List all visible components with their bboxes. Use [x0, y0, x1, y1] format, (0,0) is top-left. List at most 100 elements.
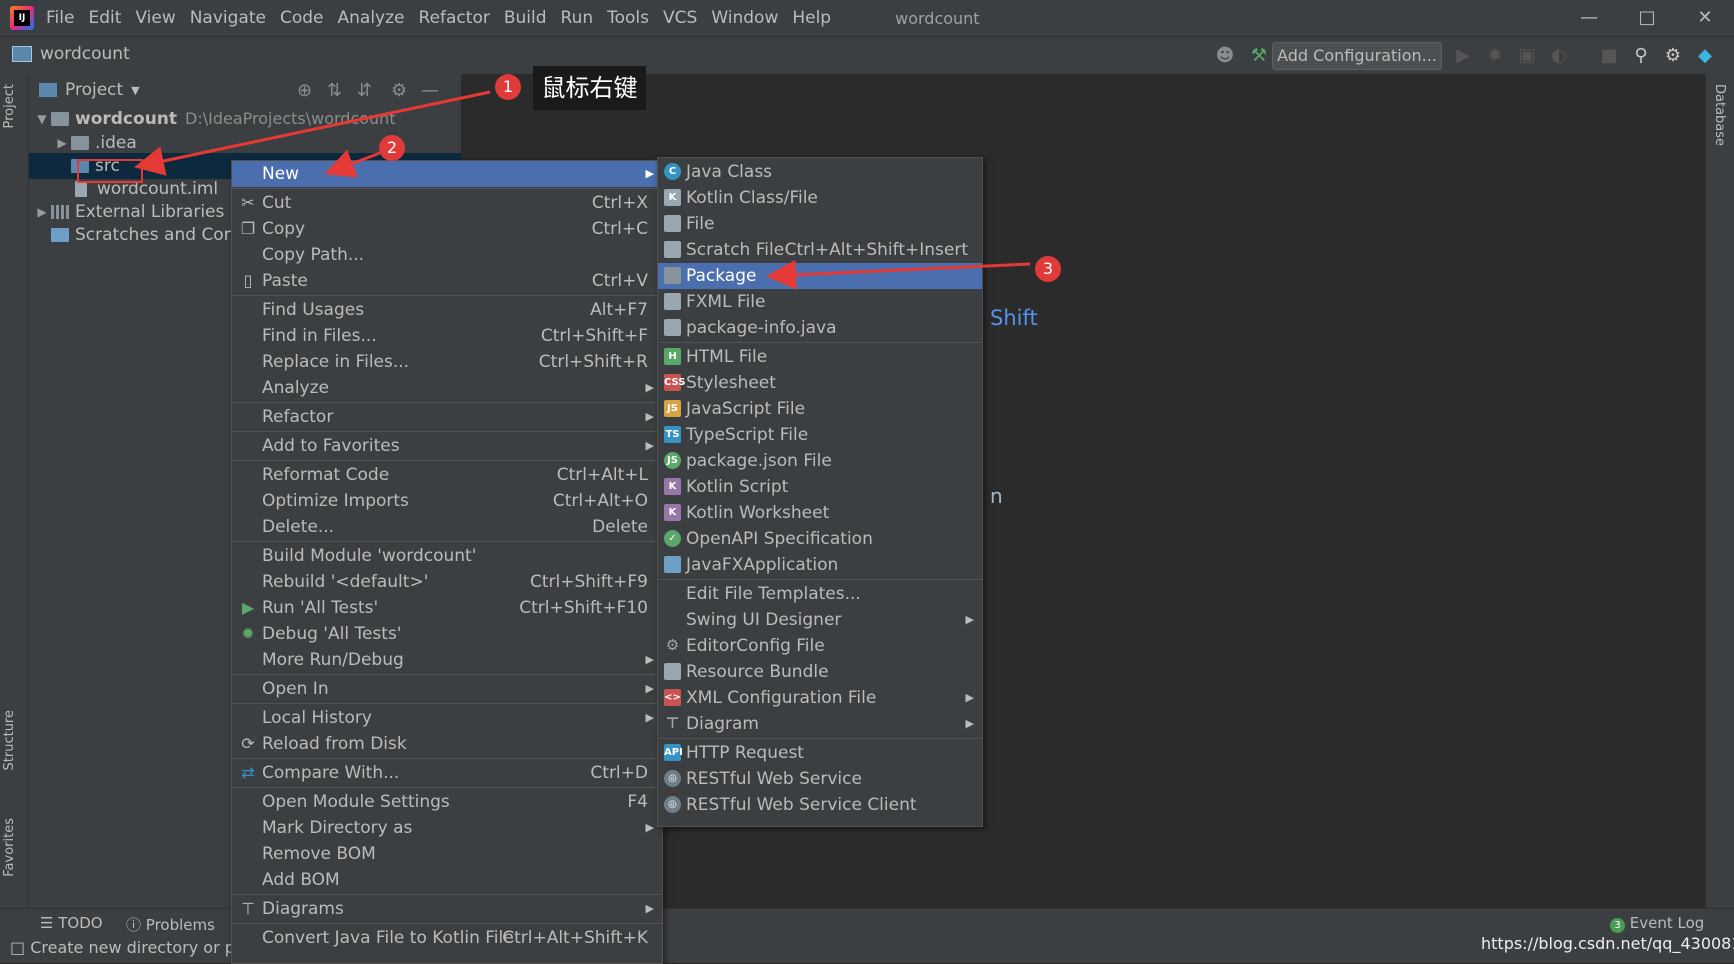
build-hammer-icon[interactable]: ⚒	[1248, 45, 1270, 67]
search-icon[interactable]: ⚲	[1630, 45, 1652, 67]
submenu-item-package-info[interactable]: package-info.java	[658, 315, 982, 341]
menu-item-analyze[interactable]: Analyze ▶	[232, 375, 662, 401]
submenu-item-scratch-file[interactable]: Scratch File Ctrl+Alt+Shift+Insert	[658, 237, 982, 263]
maximize-icon[interactable]: □	[1618, 0, 1676, 36]
menu-build[interactable]: Build	[504, 8, 547, 28]
chevron-down-icon[interactable]: ▼	[33, 106, 51, 132]
menu-item-convert-to-kotlin[interactable]: Convert Java File to Kotlin File Ctrl+Alt…	[232, 925, 662, 951]
submenu-item-edit-file-templates[interactable]: Edit File Templates...	[658, 581, 982, 607]
breadcrumb-project[interactable]: wordcount	[40, 44, 130, 64]
submenu-item-file[interactable]: File	[658, 211, 982, 237]
menu-item-rebuild[interactable]: Rebuild '<default>' Ctrl+Shift+F9	[232, 569, 662, 595]
menu-tools[interactable]: Tools	[607, 8, 649, 28]
tool-tab-database[interactable]: Database	[1712, 84, 1727, 146]
menu-item-mark-directory-as[interactable]: Mark Directory as ▶	[232, 815, 662, 841]
menu-edit[interactable]: Edit	[88, 8, 121, 28]
menu-navigate[interactable]: Navigate	[190, 8, 266, 28]
event-log-tab[interactable]: 3 Event Log	[1610, 914, 1704, 933]
debug-icon[interactable]: ✹	[1484, 45, 1506, 67]
menu-item-reformat-code[interactable]: Reformat Code Ctrl+Alt+L	[232, 462, 662, 488]
tree-item-wordcount[interactable]: ▼ wordcount D:\IdeaProjects\wordcount	[29, 106, 461, 132]
user-icon[interactable]: ☻	[1214, 45, 1236, 67]
breadcrumb[interactable]: wordcount	[12, 44, 130, 64]
collapse-all-icon[interactable]: ⇵	[357, 80, 372, 101]
menu-item-find-in-files[interactable]: Find in Files... Ctrl+Shift+F	[232, 323, 662, 349]
submenu-item-diagram[interactable]: ⊤ Diagram ▶	[658, 711, 982, 737]
submenu-item-kotlin-class[interactable]: K Kotlin Class/File	[658, 185, 982, 211]
menu-window[interactable]: Window	[711, 8, 778, 28]
menu-item-replace-in-files[interactable]: Replace in Files... Ctrl+Shift+R	[232, 349, 662, 375]
submenu-item-fxml-file[interactable]: FXML File	[658, 289, 982, 315]
menu-item-new[interactable]: New ▶	[232, 161, 662, 187]
submenu-item-html-file[interactable]: H HTML File	[658, 344, 982, 370]
submenu-item-xml-configuration[interactable]: <> XML Configuration File ▶	[658, 685, 982, 711]
stop-icon[interactable]: ■	[1598, 45, 1620, 67]
submenu-item-kotlin-script[interactable]: K Kotlin Script	[658, 474, 982, 500]
menu-refactor[interactable]: Refactor	[419, 8, 490, 28]
problems-tab[interactable]: ⓘ Problems	[126, 914, 215, 935]
submenu-item-http-request[interactable]: API HTTP Request	[658, 740, 982, 766]
menu-item-reload-from-disk[interactable]: ⟳ Reload from Disk	[232, 731, 662, 757]
menu-item-compare-with[interactable]: ⇄ Compare With... Ctrl+D	[232, 760, 662, 786]
submenu-item-package[interactable]: Package	[658, 263, 982, 289]
project-view-selector[interactable]: Project	[65, 80, 123, 100]
menu-item-delete[interactable]: Delete... Delete	[232, 514, 662, 540]
tool-tab-favorites[interactable]: Favorites	[2, 818, 17, 877]
tool-tab-project[interactable]: Project	[2, 84, 17, 128]
submenu-item-typescript-file[interactable]: TS TypeScript File	[658, 422, 982, 448]
expand-all-icon[interactable]: ⇅	[327, 80, 342, 101]
gear-icon[interactable]: ⚙	[391, 80, 407, 101]
chevron-down-icon[interactable]: ▼	[131, 84, 139, 97]
submenu-item-kotlin-worksheet[interactable]: K Kotlin Worksheet	[658, 500, 982, 526]
menu-item-add-bom[interactable]: Add BOM	[232, 867, 662, 893]
run-icon[interactable]: ▶	[1452, 45, 1474, 67]
add-configuration-button[interactable]: Add Configuration...	[1272, 42, 1442, 70]
submenu-item-java-class[interactable]: C Java Class	[658, 159, 982, 185]
menu-item-remove-bom[interactable]: Remove BOM	[232, 841, 662, 867]
settings-gear-icon[interactable]: ⚙	[1662, 45, 1684, 67]
menu-item-cut[interactable]: ✂ Cut Ctrl+X	[232, 190, 662, 216]
menu-item-more-run-debug[interactable]: More Run/Debug ▶	[232, 647, 662, 673]
tool-tab-structure[interactable]: Structure	[2, 710, 17, 770]
menu-code[interactable]: Code	[280, 8, 324, 28]
hide-panel-icon[interactable]: —	[421, 80, 439, 101]
todo-tab[interactable]: ☰ TODO	[40, 914, 103, 932]
submenu-item-swing-ui-designer[interactable]: Swing UI Designer ▶	[658, 607, 982, 633]
submenu-item-restful-client[interactable]: ◎ RESTful Web Service Client	[658, 792, 982, 818]
menu-item-local-history[interactable]: Local History ▶	[232, 705, 662, 731]
submenu-item-editorconfig[interactable]: ⚙ EditorConfig File	[658, 633, 982, 659]
menu-item-open-in[interactable]: Open In ▶	[232, 676, 662, 702]
menu-item-copy[interactable]: ❐ Copy Ctrl+C	[232, 216, 662, 242]
submenu-item-resource-bundle[interactable]: Resource Bundle	[658, 659, 982, 685]
menu-item-debug-all-tests[interactable]: ✹ Debug 'All Tests'	[232, 621, 662, 647]
menu-item-optimize-imports[interactable]: Optimize Imports Ctrl+Alt+O	[232, 488, 662, 514]
menu-analyze[interactable]: Analyze	[338, 8, 405, 28]
menu-vcs[interactable]: VCS	[663, 8, 697, 28]
profile-icon[interactable]: ◐	[1548, 45, 1570, 67]
locate-icon[interactable]: ⊕	[297, 80, 312, 101]
menu-item-open-module-settings[interactable]: Open Module Settings F4	[232, 789, 662, 815]
submenu-item-javafx[interactable]: JavaFXApplication	[658, 552, 982, 578]
submenu-item-restful-web-service[interactable]: ◎ RESTful Web Service	[658, 766, 982, 792]
close-icon[interactable]: ✕	[1676, 0, 1734, 36]
menu-item-add-to-favorites[interactable]: Add to Favorites ▶	[232, 433, 662, 459]
menu-item-paste[interactable]: ▯ Paste Ctrl+V	[232, 268, 662, 294]
menu-view[interactable]: View	[135, 8, 175, 28]
submenu-item-javascript-file[interactable]: JS JavaScript File	[658, 396, 982, 422]
coverage-icon[interactable]: ▣	[1516, 45, 1538, 67]
submenu-item-stylesheet[interactable]: CSS Stylesheet	[658, 370, 982, 396]
toolbox-icon[interactable]: ◆	[1694, 45, 1716, 67]
menu-item-build-module[interactable]: Build Module 'wordcount'	[232, 543, 662, 569]
menu-item-refactor[interactable]: Refactor ▶	[232, 404, 662, 430]
menu-item-diagrams[interactable]: ⊤ Diagrams ▶	[232, 896, 662, 922]
minimize-icon[interactable]: —	[1560, 0, 1618, 36]
submenu-item-openapi[interactable]: ✓ OpenAPI Specification	[658, 526, 982, 552]
menu-help[interactable]: Help	[792, 8, 831, 28]
menu-item-run-all-tests[interactable]: ▶ Run 'All Tests' Ctrl+Shift+F10	[232, 595, 662, 621]
tree-item-path: D:\IdeaProjects\wordcount	[185, 109, 396, 128]
submenu-item-package-json[interactable]: JS package.json File	[658, 448, 982, 474]
menu-item-copy-path[interactable]: Copy Path...	[232, 242, 662, 268]
menu-item-find-usages[interactable]: Find Usages Alt+F7	[232, 297, 662, 323]
menu-file[interactable]: File	[46, 8, 74, 28]
menu-run[interactable]: Run	[561, 8, 594, 28]
